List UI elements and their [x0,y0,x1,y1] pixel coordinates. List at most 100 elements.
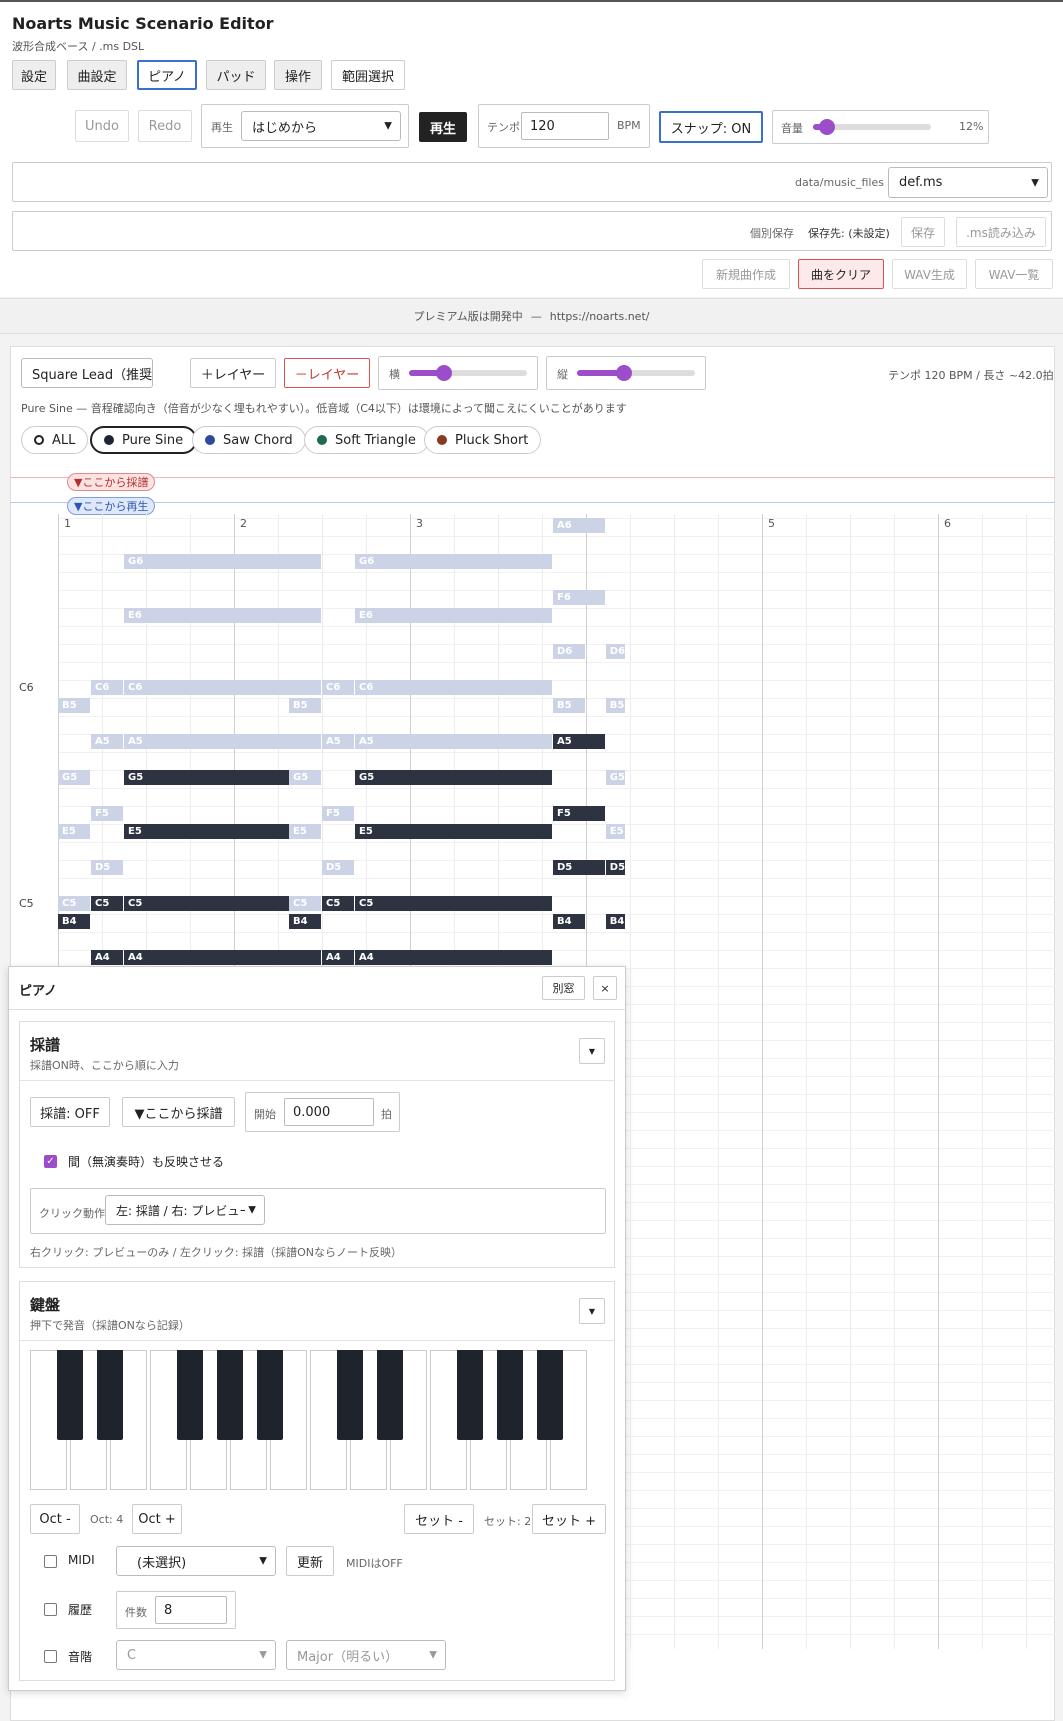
history-checkbox[interactable] [44,1603,57,1616]
layer-chip-pluck-short[interactable]: Pluck Short [424,426,542,454]
note-a5[interactable]: A5 [91,734,123,749]
note-f5[interactable]: F5 [553,806,605,821]
note-c6[interactable]: C6 [322,680,354,695]
black-key[interactable] [377,1350,403,1440]
tempo-input[interactable]: 120 [521,112,609,140]
note-c6[interactable]: C6 [355,680,552,695]
refresh-button[interactable]: 更新 [286,1546,334,1576]
count-input[interactable]: 8 [155,1596,227,1624]
instrument-select[interactable]: Square Lead（推奨） [21,358,153,388]
chevron-down-icon[interactable]: ▼ [579,1038,605,1064]
note-d5[interactable]: D5 [91,860,123,875]
chevron-down-icon[interactable]: ▼ [579,1298,605,1324]
scale-key-select[interactable]: C ▼ [116,1640,276,1670]
note-a4[interactable]: A4 [124,950,321,965]
note-g5[interactable]: G5 [605,770,625,785]
v-zoom-slider[interactable] [577,365,695,381]
set-plus-button[interactable]: セット + [532,1504,606,1534]
note-b4[interactable]: B4 [289,914,321,929]
note-e6[interactable]: E6 [124,608,321,623]
volume-knob[interactable] [819,119,836,135]
note-b4[interactable]: B4 [58,914,90,929]
note-c5[interactable]: C5 [289,896,321,911]
note-e6[interactable]: E6 [355,608,552,623]
file-select[interactable]: def.ms ▼ [888,167,1048,198]
note-g6[interactable]: G6 [124,554,321,569]
new-song-button[interactable]: 新規曲作成 [702,259,790,289]
note-e5[interactable]: E5 [355,824,552,839]
black-key[interactable] [537,1350,563,1440]
black-key[interactable] [337,1350,363,1440]
layer-chip-all[interactable]: ALL [21,426,89,454]
play-start-marker[interactable]: ▼ここから再生 [67,497,156,515]
banner-link[interactable]: https://noarts.net/ [550,310,650,323]
note-a5[interactable]: A5 [322,734,354,749]
note-d5[interactable]: D5 [553,860,605,875]
black-key[interactable] [57,1350,83,1440]
v-zoom-knob[interactable] [616,365,633,381]
note-c5[interactable]: C5 [322,896,354,911]
record-toggle[interactable]: 採譜: OFF [30,1097,110,1127]
note-a6[interactable]: A6 [553,518,605,533]
note-a5[interactable]: A5 [124,734,321,749]
tab-settings[interactable]: 設定 [12,60,56,90]
note-b4[interactable]: B4 [553,914,585,929]
set-minus-button[interactable]: セット - [404,1504,474,1534]
note-d6[interactable]: D6 [553,644,585,659]
note-b4[interactable]: B4 [605,914,625,929]
note-a4[interactable]: A4 [355,950,552,965]
black-key[interactable] [177,1350,203,1440]
h-zoom-knob[interactable] [436,365,453,381]
scale-checkbox[interactable] [44,1650,57,1663]
note-e5[interactable]: E5 [289,824,321,839]
note-g5[interactable]: G5 [58,770,90,785]
play-button[interactable]: 再生 [419,112,467,142]
note-d5[interactable]: D5 [605,860,625,875]
layer-chip-pure-sine[interactable]: Pure Sine [90,426,198,454]
add-layer-button[interactable]: ＋レイヤー [190,358,276,388]
note-c5[interactable]: C5 [58,896,90,911]
snap-toggle[interactable]: スナップ: ON [659,111,763,143]
close-icon[interactable]: × [593,976,617,1000]
midi-device-select[interactable]: (未選択) ▼ [116,1546,276,1576]
record-start-marker[interactable]: ▼ここから採譜 [67,473,156,491]
oct-minus-button[interactable]: Oct - [30,1504,80,1534]
note-g6[interactable]: G6 [355,554,552,569]
layer-chip-saw-chord[interactable]: Saw Chord [192,426,306,454]
oct-plus-button[interactable]: Oct + [132,1504,182,1534]
tab-operations[interactable]: 操作 [274,60,322,90]
note-a4[interactable]: A4 [91,950,123,965]
black-key[interactable] [97,1350,123,1440]
scale-mode-select[interactable]: Major（明るい） ▼ [286,1640,446,1670]
note-g5[interactable]: G5 [355,770,552,785]
note-d5[interactable]: D5 [322,860,354,875]
note-a5[interactable]: A5 [553,734,605,749]
black-key[interactable] [457,1350,483,1440]
play-from-select[interactable]: はじめから ▼ [241,111,401,141]
black-key[interactable] [497,1350,523,1440]
undo-button[interactable]: Undo [75,110,129,142]
start-input[interactable]: 0.000 [284,1098,374,1126]
note-b5[interactable]: B5 [58,698,90,713]
note-b5[interactable]: B5 [553,698,585,713]
black-key[interactable] [217,1350,243,1440]
note-e5[interactable]: E5 [58,824,90,839]
piano-keyboard[interactable] [30,1350,590,1490]
note-d6[interactable]: D6 [605,644,625,659]
save-button[interactable]: 保存 [901,217,945,247]
layer-chip-soft-triangle[interactable]: Soft Triangle [304,426,429,454]
note-b5[interactable]: B5 [289,698,321,713]
note-a5[interactable]: A5 [355,734,552,749]
black-key[interactable] [257,1350,283,1440]
note-c5[interactable]: C5 [91,896,123,911]
load-ms-button[interactable]: .ms読み込み [956,217,1046,247]
tab-song-settings[interactable]: 曲設定 [67,60,127,90]
note-f6[interactable]: F6 [553,590,605,605]
note-g5[interactable]: G5 [289,770,321,785]
wav-list-button[interactable]: WAV一覧 [975,259,1053,289]
remove-layer-button[interactable]: －レイヤー [284,358,370,388]
detach-button[interactable]: 別窓 [542,976,585,1000]
h-zoom-slider[interactable] [409,365,527,381]
click-action-select[interactable]: 左: 採譜 / 右: プレビュー ▼ [105,1195,265,1225]
tab-pad[interactable]: パッド [206,60,266,90]
